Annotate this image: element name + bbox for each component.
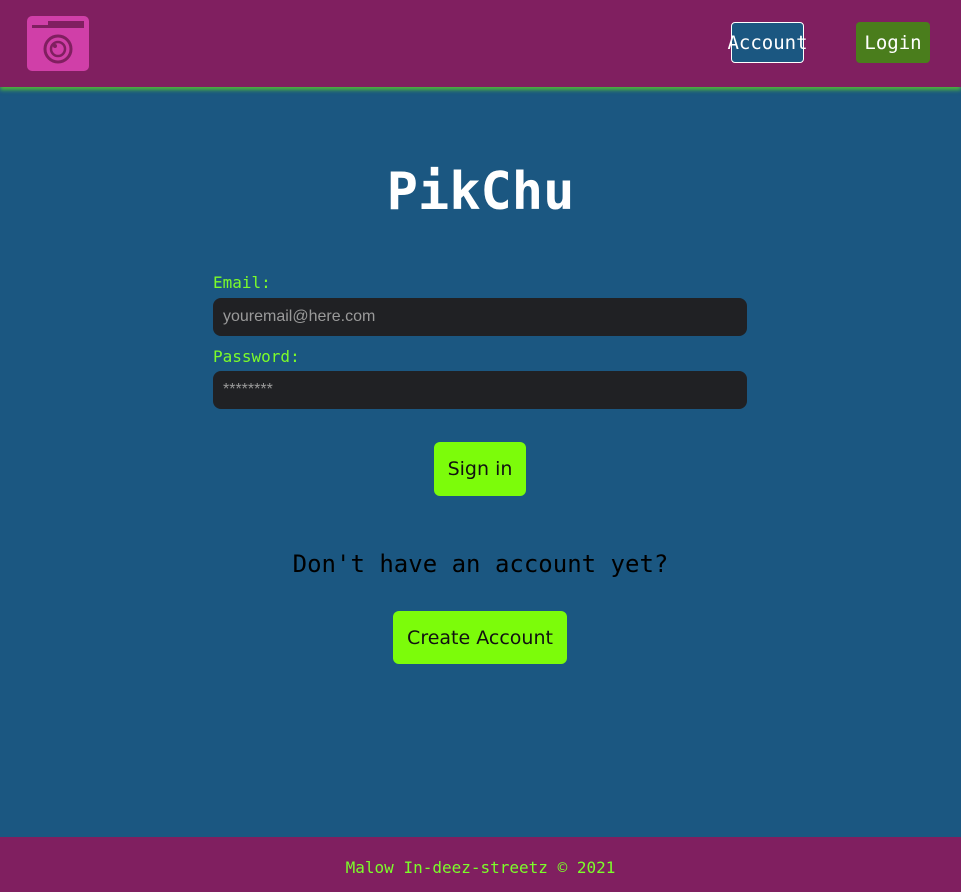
camera-icon[interactable] [27,16,89,71]
signup-prompt: Don't have an account yet? [292,550,669,578]
email-label: Email: [213,273,271,292]
top-navbar: Account Login [0,0,961,87]
password-field[interactable] [213,371,747,409]
account-button[interactable]: Account [727,22,808,63]
login-button[interactable]: Login [856,22,930,63]
email-field[interactable] [213,298,747,336]
sign-in-button[interactable]: Sign in [434,442,526,496]
footer-copyright: Malow In-deez-streetz © 2021 [345,858,616,877]
camera-logo-graphic [27,16,89,71]
page-title: PikChu [386,162,575,222]
create-account-button[interactable]: Create Account [393,611,567,664]
footer: Malow In-deez-streetz © 2021 [0,837,961,892]
password-label: Password: [213,347,300,366]
